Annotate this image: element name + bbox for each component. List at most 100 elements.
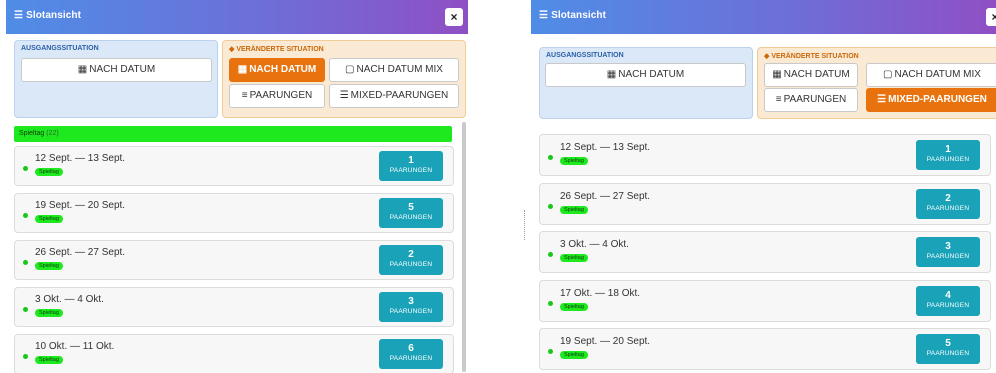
slot-date: 10 Okt. — 11 Okt.: [35, 341, 115, 352]
slot-date: 19 Sept. — 20 Sept.: [35, 200, 126, 211]
veraenderte-situation-box: ◆ VERÄNDERTE SITUATION ▦ NACH DATUM ▢ NACH…: [757, 47, 996, 119]
paarungen-count-button[interactable]: 6 PAARUNGEN: [379, 339, 443, 369]
status-dot: [548, 300, 553, 306]
veraenderte-situation-label: ◆ VERÄNDERTE SITUATION: [229, 46, 324, 53]
paarungen-label: PAARUNGEN: [926, 253, 970, 260]
slot-row: 19 Sept. — 20 Sept. Spieltag 5 PAARUNGEN: [539, 328, 991, 370]
paarungen-label: PAARUNGEN: [389, 308, 433, 315]
slot-row: 17 Okt. — 18 Okt. Spieltag 4 PAARUNGEN: [539, 279, 991, 322]
calendar-outline-icon: ▢: [883, 69, 893, 80]
paarungen-count-button[interactable]: 3 PAARUNGEN: [379, 292, 443, 322]
calendar-icon: ▦: [77, 64, 88, 75]
spieltag-badge: Spieltag: [35, 356, 63, 364]
slot-date: 12 Sept. — 13 Sept.: [35, 153, 126, 164]
slot-date: 26 Sept. — 27 Sept.: [35, 247, 126, 258]
spieltag-badge: Spieltag: [35, 262, 63, 270]
paarungen-count: 1: [945, 144, 951, 155]
list-icon: ☰: [877, 94, 887, 105]
paarungen-label: PAARUNGEN: [926, 204, 970, 212]
paarungen-count-button[interactable]: 3 PAARUNGEN: [916, 237, 980, 267]
slot-date: 3 Okt. — 4 Okt.: [35, 294, 104, 305]
slot-view-panel-left: ☰ Slotansicht × AUSGANGSSITUATION ▦ NACH D…: [6, 0, 468, 373]
paarungen-label: PAARUNGEN: [926, 156, 970, 163]
paarungen-count-button[interactable]: 1 PAARUNGEN: [916, 140, 980, 170]
paarungen-count-button[interactable]: 5 PAARUNGEN: [916, 334, 980, 364]
slot-date: 12 Sept. — 13 Sept.: [560, 142, 651, 153]
spieltag-badge: Spieltag: [35, 168, 63, 176]
spieltag-badge: Spieltag: [560, 157, 588, 165]
slot-date: 26 Sept. — 27 Sept.: [560, 190, 651, 202]
paarungen-count: 2: [408, 249, 414, 260]
slot-row: 3 Okt. — 4 Okt. Spieltag 3 PAARUNGEN: [539, 231, 991, 273]
status-dot: [23, 307, 28, 312]
ausgangssituation-label: AUSGANGSSITUATION: [21, 45, 99, 52]
paarungen-count-button[interactable]: 5 PAARUNGEN: [379, 198, 443, 228]
bars-icon: ≡: [241, 90, 248, 101]
slot-date: 17 Okt. — 18 Okt.: [560, 287, 641, 299]
veraenderte-situation-box: ◆ VERÄNDERTE SITUATION ▦ NACH DATUM ▢ NACH…: [222, 40, 466, 118]
ausgangssituation-box: AUSGANGSSITUATION ▦ NACH DATUM: [539, 47, 753, 119]
slot-date: 19 Sept. — 20 Sept.: [560, 336, 651, 347]
modal-header: ☰ Slotansicht ×: [531, 0, 996, 34]
spieltag-badge: Spieltag: [560, 254, 588, 262]
modal-title: ☰ Slotansicht: [539, 10, 607, 21]
paarungen-count: 3: [945, 241, 951, 252]
status-dot: [23, 260, 28, 265]
scrollbar[interactable]: [462, 122, 466, 372]
paarungen-count-button[interactable]: 2 PAARUNGEN: [379, 245, 443, 275]
calendar-icon: ▦: [772, 69, 782, 80]
ausgang-nach-datum-button[interactable]: ▦ NACH DATUM: [545, 63, 746, 87]
modal-header: ☰ Slotansicht ×: [6, 0, 468, 34]
paarungen-count: 4: [945, 289, 951, 301]
slot-row: 10 Okt. — 11 Okt. Spieltag 6 PAARUNGEN: [14, 334, 454, 373]
tab-nach-datum-mix[interactable]: ▢ NACH DATUM MIX: [866, 63, 996, 87]
paarungen-label: PAARUNGEN: [926, 350, 970, 357]
calendar-outline-icon: ▢: [345, 64, 355, 75]
status-dot: [23, 213, 28, 218]
paarungen-label: PAARUNGEN: [926, 301, 970, 309]
ausgangssituation-box: AUSGANGSSITUATION ▦ NACH DATUM: [14, 40, 218, 118]
tab-mixed-paarungen[interactable]: ☰ MIXED-PAARUNGEN: [866, 88, 996, 112]
spieltag-group-header[interactable]: Spieltag (22): [14, 126, 452, 142]
paarungen-count: 6: [408, 343, 414, 354]
tab-mixed-paarungen[interactable]: ☰ MIXED-PAARUNGEN: [329, 84, 459, 108]
slot-row: 26 Sept. — 27 Sept. Spieltag 2 PAARUNGEN: [539, 182, 991, 225]
ausgangssituation-label: AUSGANGSSITUATION: [546, 52, 624, 59]
tab-nach-datum[interactable]: ▦ NACH DATUM: [229, 58, 325, 82]
paarungen-label: PAARUNGEN: [389, 167, 433, 174]
paarungen-count: 5: [945, 338, 951, 349]
list-icon: ☰: [539, 10, 549, 21]
slot-row: 3 Okt. — 4 Okt. Spieltag 3 PAARUNGEN: [14, 287, 454, 327]
paarungen-count-button[interactable]: 2 PAARUNGEN: [916, 188, 980, 219]
slot-row: 12 Sept. — 13 Sept. Spieltag 1 PAARUNGEN: [14, 146, 454, 186]
list-icon: ☰: [339, 90, 349, 101]
spieltag-badge: Spieltag: [35, 309, 63, 317]
paarungen-label: PAARUNGEN: [389, 214, 433, 221]
slot-row: 19 Sept. — 20 Sept. Spieltag 5 PAARUNGEN: [14, 193, 454, 233]
bars-icon: ≡: [775, 94, 782, 105]
status-dot: [23, 354, 28, 359]
status-dot: [548, 155, 553, 160]
paarungen-label: PAARUNGEN: [389, 261, 433, 268]
slot-row: 12 Sept. — 13 Sept. Spieltag 1 PAARUNGEN: [539, 134, 991, 176]
tab-nach-datum[interactable]: ▦ NACH DATUM: [764, 63, 858, 87]
calendar-icon: ▦: [606, 69, 617, 80]
ausgang-nach-datum-button[interactable]: ▦ NACH DATUM: [21, 58, 212, 82]
status-dot: [548, 252, 553, 257]
divider: [524, 210, 529, 240]
paarungen-label: PAARUNGEN: [389, 355, 433, 362]
paarungen-count: 2: [945, 192, 951, 204]
spieltag-badge: Spieltag: [560, 351, 588, 359]
tab-paarungen[interactable]: ≡ PAARUNGEN: [764, 88, 858, 112]
spieltag-badge: Spieltag: [35, 215, 63, 223]
paarungen-count-button[interactable]: 4 PAARUNGEN: [916, 285, 980, 316]
status-dot: [23, 166, 28, 171]
status-dot: [548, 349, 553, 354]
close-button[interactable]: ×: [445, 8, 463, 26]
paarungen-count-button[interactable]: 1 PAARUNGEN: [379, 151, 443, 181]
tab-paarungen[interactable]: ≡ PAARUNGEN: [229, 84, 325, 108]
tab-nach-datum-mix[interactable]: ▢ NACH DATUM MIX: [329, 58, 459, 82]
status-dot: [548, 203, 553, 209]
veraenderte-situation-label: ◆ VERÄNDERTE SITUATION: [764, 53, 859, 60]
close-button[interactable]: ×: [986, 8, 996, 26]
